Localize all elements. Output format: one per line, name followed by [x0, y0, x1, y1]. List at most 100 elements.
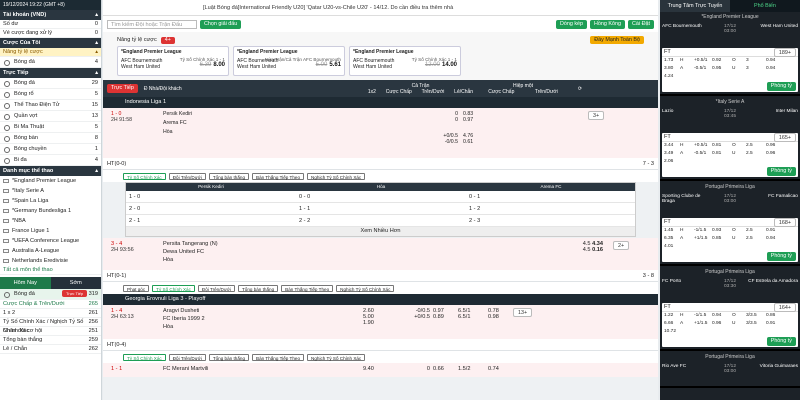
odds-format-select[interactable]: Hồng Kông [590, 19, 626, 29]
more-markets-button[interactable]: 168+ [773, 218, 796, 227]
market-pill[interactable]: Đội Trên/Dưới [168, 353, 206, 361]
league-item[interactable]: Australia A-League [0, 246, 101, 256]
my-bets-header[interactable]: Cược Của Tôi ▴ [0, 38, 101, 48]
odds-row[interactable]: 10.72 [662, 328, 798, 336]
odds-room-button[interactable]: Phòng tỷ [766, 82, 796, 91]
more-markets-button[interactable]: 165+ [773, 133, 796, 142]
select-league-button[interactable]: Chọn giải đấu [200, 19, 242, 29]
live-sports-header[interactable]: Trực Tiếp ▴ [0, 68, 101, 78]
market-pill[interactable]: Đội Trên/Dưới [197, 284, 235, 292]
market-pill[interactable]: Bàn Thắng Tiếp Theo [281, 284, 334, 292]
market-pill[interactable]: Tỷ Số Chính Xác [123, 353, 166, 361]
market-item[interactable]: Lẻ / Chẵn 262 [0, 345, 101, 354]
score-cell[interactable]: 2 - 1 [129, 215, 299, 227]
odds-row[interactable]: 1.22 H -1/1.5 0.94 O 3/3.5 0.86 [662, 312, 798, 320]
sport-item[interactable]: Bi Ma Thuật 5 [0, 122, 101, 133]
live-event[interactable]: Portugal Primeira Liga FC Porto 17/12 03:30… [660, 267, 800, 351]
league-item[interactable]: France Ligue 1 [0, 226, 101, 236]
sport-item[interactable]: Bi đa 4 [0, 155, 101, 166]
settings-button[interactable]: Cài Đặt [628, 19, 654, 29]
market-item[interactable]: 1 x 2 261 [0, 309, 101, 318]
tab-popular[interactable]: Phổ Biến [730, 0, 800, 12]
odds-row[interactable]: 4.01 [662, 243, 798, 251]
odds-row[interactable]: 3.80 A -0.5/1 0.95 U 3 0.94 [662, 65, 798, 73]
score-cell[interactable]: 2 - 3 [469, 215, 639, 227]
score-cell[interactable]: 1 - 2 [469, 203, 639, 215]
league-item[interactable]: *Italy Serie A [0, 186, 101, 196]
odds-row[interactable]: 1.73 H +0.5/1 0.92 O 3 0.94 [662, 57, 798, 65]
search-input[interactable]: Tìm kiếm Đội hoặc Trận Đấu [107, 19, 197, 29]
boost-card[interactable]: *England Premier League AFC Bournemouth We… [349, 46, 461, 76]
odds-row[interactable]: 3.44 H +0.5/1 0.81 O 2.5 0.96 [662, 142, 798, 150]
refresh-icon[interactable]: ⟳ [568, 86, 592, 92]
market-pill[interactable]: Bàn Thắng Tiếp Theo [252, 353, 305, 361]
market-pill[interactable]: Đội Trên/Dưới [168, 172, 206, 180]
sport-item[interactable]: Quần vợt 13 [0, 111, 101, 122]
score-cell[interactable]: 1 - 1 [299, 203, 469, 215]
odds-room-button[interactable]: Phòng tỷ [766, 337, 796, 346]
market-pill[interactable]: Nghịch Tỷ Số Chính Xác [307, 172, 366, 180]
market-item[interactable]: Tỷ Số Chính Xác / Nghịch Tỷ Số Chính Xác… [0, 318, 101, 334]
market-pill[interactable]: Phạt góc [123, 284, 150, 292]
sport-item[interactable]: Bóng chuyền 1 [0, 144, 101, 155]
market-pill[interactable]: Tổng bàn thắng [208, 172, 249, 180]
odds-row[interactable]: 1.45 H -1/1.5 0.93 O 2.5 0.91 [662, 227, 798, 235]
league-item[interactable]: *England Premier League [0, 176, 101, 186]
sport-item[interactable]: Bóng bàn 8 [0, 133, 101, 144]
league-item[interactable]: *NBA [0, 216, 101, 226]
odds-room-button[interactable]: Phòng tỷ [766, 167, 796, 176]
market-pill[interactable]: Tỷ Số Chính Xác [152, 284, 195, 292]
league-band[interactable]: Georgia Erovnuli Liga 3 - Playoff [103, 294, 658, 305]
market-item[interactable]: Cược Chấp & Trên/Dưới 265 [0, 300, 101, 309]
league-band[interactable]: Indonesia Liga 1 [103, 97, 658, 108]
sport-item[interactable]: Bóng đá 29 [0, 78, 101, 89]
market-pill[interactable]: Nghịch Tỷ Số Chính Xác [307, 353, 366, 361]
odds-row[interactable]: 4.24 [662, 73, 798, 81]
bottom-sport[interactable]: Bóng đá Trực Tiếp 319 [0, 289, 101, 300]
more-markets-button[interactable]: 3+ [588, 111, 605, 120]
score-cell[interactable]: 2 - 0 [129, 203, 299, 215]
market-pill[interactable]: Tổng bàn thắng [237, 284, 279, 292]
tab-live-center[interactable]: Trung Tâm Trực Tuyến [660, 0, 730, 12]
more-markets-button[interactable]: 2+ [613, 241, 630, 250]
league-item[interactable]: Netherlands Eredivisie [0, 256, 101, 266]
odds-row[interactable]: 3.49 A -0.5/1 0.81 U 2.5 0.96 [662, 150, 798, 158]
live-event[interactable]: Portugal Primeira Liga Sporting Clube de … [660, 182, 800, 266]
market-item[interactable]: Tổng bàn thắng 259 [0, 336, 101, 345]
boost-all-button[interactable]: Đầy Mạnh Toàn Bộ [590, 36, 644, 44]
market-item[interactable]: Nhân đôi cơ hội 251 [0, 327, 101, 336]
boost-odds-item[interactable]: Nâng tỷ lệ cược ▴ [0, 48, 101, 57]
boost-card[interactable]: *England Premier League AFC Bournemouth We… [117, 46, 229, 76]
odds-row[interactable]: 6.35 A +1/1.5 0.85 U 2.5 0.94 [662, 235, 798, 243]
show-more-button[interactable]: Xem Nhiều Hơn [126, 227, 635, 236]
score-cell[interactable]: 0 - 0 [299, 191, 469, 203]
my-bets-football[interactable]: Bóng đá 4 [0, 57, 101, 68]
more-markets-button[interactable]: 164+ [773, 303, 796, 312]
odds-row[interactable]: 2.06 [662, 158, 798, 166]
odds-room-button[interactable]: Phòng tỷ [766, 252, 796, 261]
live-event[interactable]: *Italy Serie A Lazio 17/12 03:45 Inter Milan… [660, 97, 800, 181]
line-mode-select[interactable]: Dòng kép [555, 19, 588, 29]
score-cell[interactable]: 2 - 2 [299, 215, 469, 227]
odds-row[interactable]: 6.66 A +1/1.5 0.96 U 3/3.5 0.91 [662, 320, 798, 328]
league-item[interactable]: *UEFA Conference League [0, 236, 101, 246]
more-markets-button[interactable]: 189+ [773, 48, 796, 57]
tab-today[interactable]: Hôm Nay [0, 277, 51, 289]
live-event[interactable]: *England Premier League AFC Bournemouth 17… [660, 12, 800, 96]
catalog-header[interactable]: Danh mục thể thao ▴ [0, 166, 101, 176]
market-pill[interactable]: Bàn Thắng Tiếp Theo [252, 172, 305, 180]
account-header[interactable]: Tài khoản (VND) ▴ [0, 10, 101, 20]
market-pill[interactable]: Nghịch Tỷ Số Chính Xác [336, 284, 395, 292]
tab-early[interactable]: Sớm [50, 277, 101, 289]
market-pill[interactable]: Tổng bàn thắng [208, 353, 249, 361]
league-item[interactable]: *Spain La Liga [0, 196, 101, 206]
league-item[interactable]: *Germany Bundesliga 1 [0, 206, 101, 216]
sport-item[interactable]: Thể Thao Điện Tử 15 [0, 100, 101, 111]
score-cell[interactable]: 1 - 0 [129, 191, 299, 203]
market-pill[interactable]: Tỷ Số Chính Xác [123, 172, 166, 180]
more-markets-button[interactable]: 13+ [513, 308, 533, 317]
all-sports-link[interactable]: Tất cả môn thể thao [0, 266, 101, 275]
score-cell[interactable]: 0 - 1 [469, 191, 639, 203]
live-event[interactable]: Portugal Primeira Liga Rio Ave FC 17/12 03:… [660, 352, 800, 388]
boost-card[interactable]: *England Premier League AFC Bournemouth We… [233, 46, 345, 76]
